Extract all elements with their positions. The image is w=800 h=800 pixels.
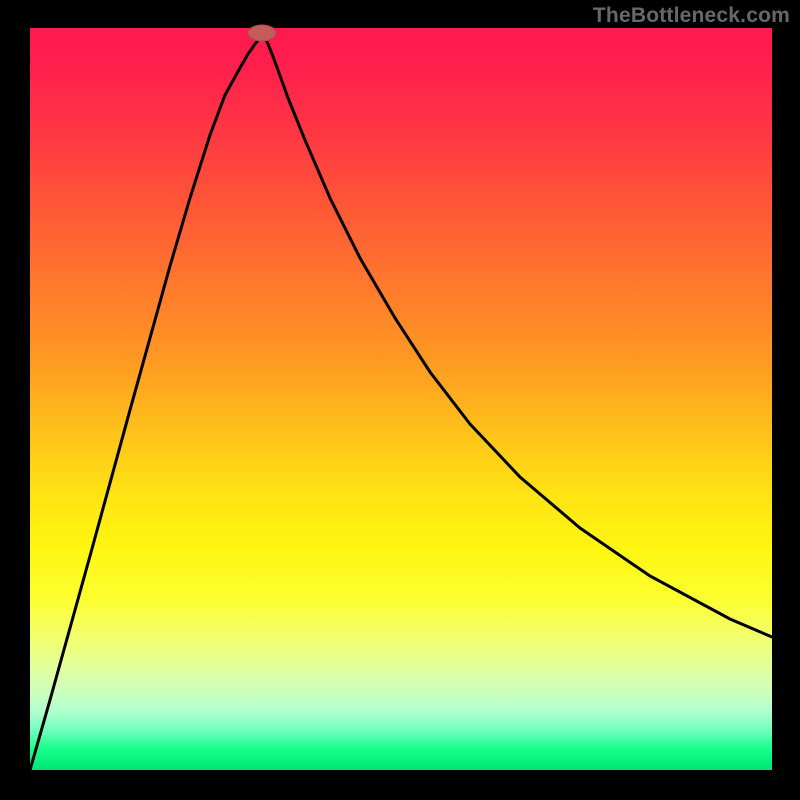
chart-svg bbox=[30, 28, 772, 770]
watermark-text: TheBottleneck.com bbox=[593, 4, 790, 28]
bottleneck-curve bbox=[30, 36, 772, 770]
chart-frame: TheBottleneck.com bbox=[0, 0, 800, 800]
optimum-marker bbox=[248, 25, 276, 41]
